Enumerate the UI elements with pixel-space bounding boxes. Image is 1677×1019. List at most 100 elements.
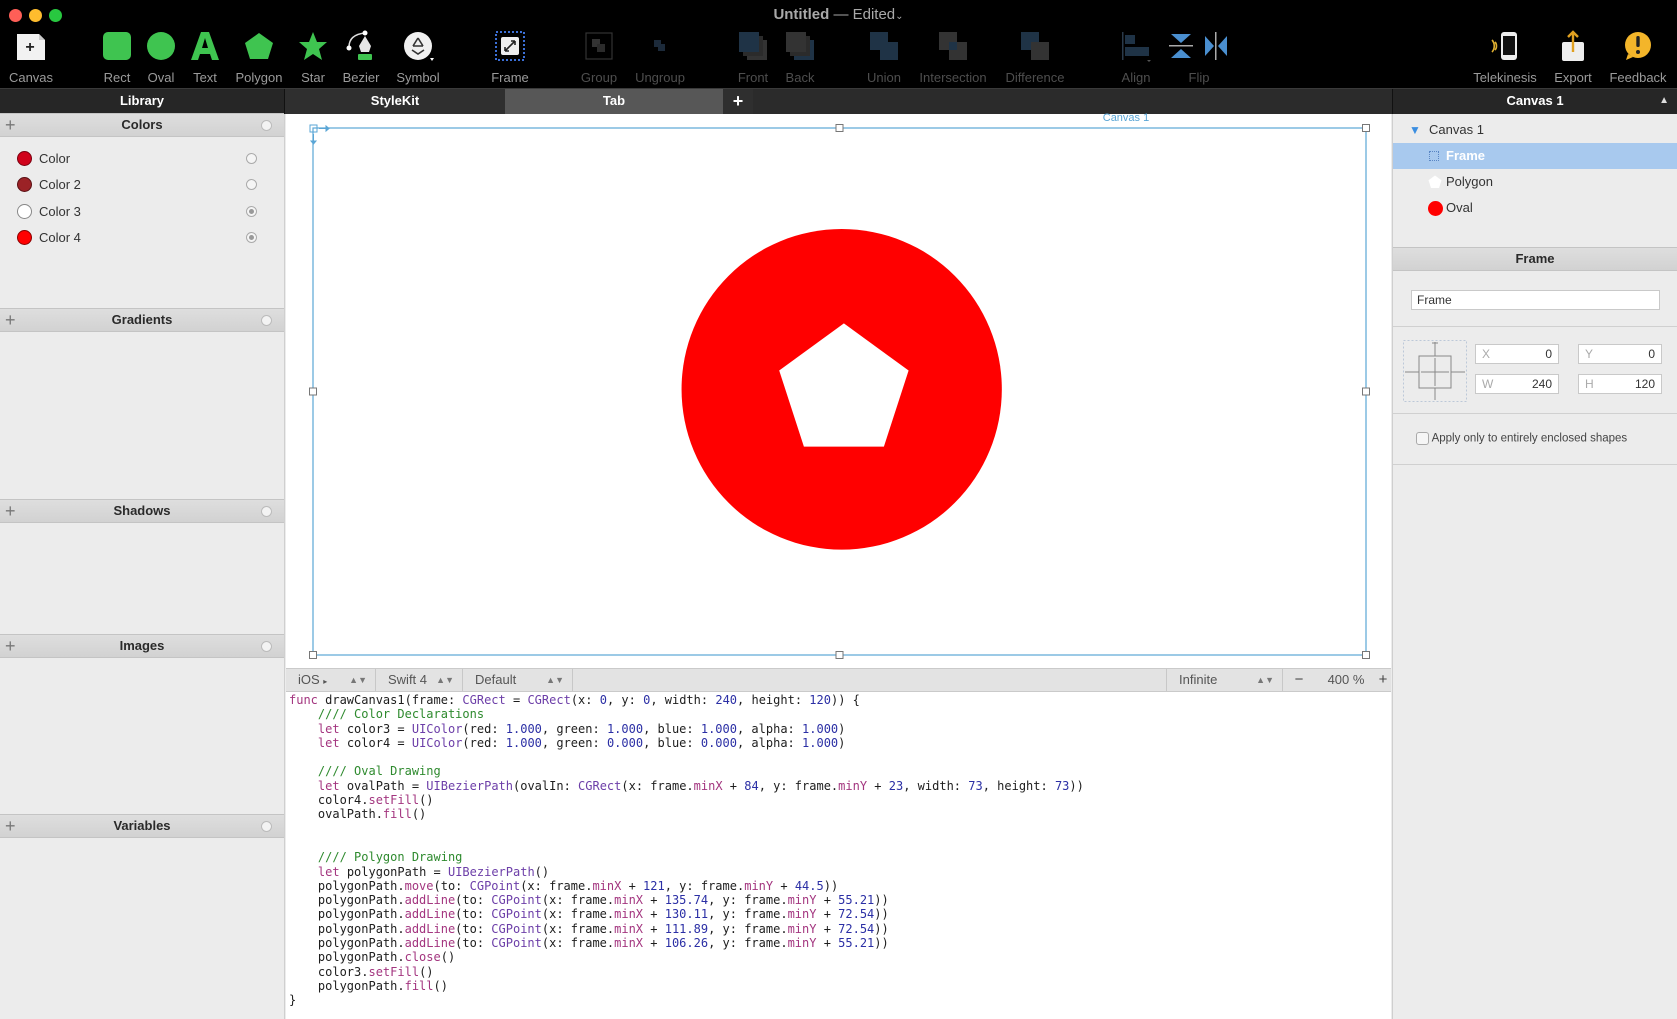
zoom-out-button[interactable]: − (1286, 669, 1312, 691)
resize-handle[interactable] (309, 651, 317, 659)
generated-code-view[interactable]: func drawCanvas1(frame: CGRect = CGRect(… (286, 692, 1391, 1019)
resize-handle[interactable] (835, 651, 844, 659)
tree-item-oval[interactable]: Oval (1393, 195, 1677, 221)
toolbar-label: Symbol (396, 70, 440, 85)
tab-bar: Library StyleKit Tab + Canvas 1 ▲ (0, 88, 1677, 114)
images-section-header[interactable]: + Images (0, 634, 284, 658)
height-field[interactable]: H 120 (1578, 374, 1662, 394)
resize-handle[interactable] (309, 387, 317, 396)
section-toggle-icon[interactable] (261, 315, 272, 326)
code-line: //// Oval Drawing (289, 764, 441, 779)
chevron-down-icon[interactable]: ⌄ (895, 11, 903, 22)
tree-item-frame[interactable]: Frame (1393, 143, 1677, 169)
tab-stylekit[interactable]: StyleKit (285, 89, 505, 114)
canvas-selector-label: Canvas 1 (1506, 93, 1564, 108)
style-select[interactable]: Default ▲▼ (463, 669, 573, 691)
y-field[interactable]: Y 0 (1578, 344, 1662, 364)
code-line: let color4 = UIColor(red: 1.000, green: … (317, 735, 846, 750)
w-label: W (1482, 377, 1494, 391)
platform-select[interactable]: iOS ▸ ▲▼ (286, 669, 376, 691)
resize-handle[interactable] (835, 124, 844, 132)
color-radio[interactable] (246, 232, 257, 243)
add-tab-button[interactable]: + (723, 89, 753, 114)
color-item[interactable]: Color (0, 146, 284, 172)
code-line: let polygonPath = UIBezierPath() (317, 864, 550, 879)
resize-handle[interactable] (1362, 387, 1370, 396)
text-icon (191, 32, 219, 60)
toolbar-feedback-button[interactable]: Feedback (1598, 30, 1677, 86)
polygon-icon (1428, 175, 1442, 188)
frame-name-field[interactable]: Frame (1411, 290, 1660, 310)
gradients-section-header[interactable]: + Gradients (0, 308, 284, 332)
add-image-icon[interactable]: + (5, 635, 16, 657)
export-icon (1562, 30, 1584, 61)
toolbar-union-button[interactable]: Union (844, 30, 924, 86)
canvas-title-label[interactable]: Canvas 1 (1076, 112, 1176, 124)
color-item[interactable]: Color 3 (0, 199, 284, 225)
frame-icon (495, 31, 525, 61)
add-variable-icon[interactable]: + (5, 815, 16, 837)
toolbar-back-button[interactable]: Back (760, 30, 840, 86)
tree-item-polygon[interactable]: Polygon (1393, 169, 1677, 195)
inspector-panel: ▼ Canvas 1 Frame Polygon Oval Frame Fram… (1392, 114, 1677, 1019)
canvas-selector[interactable]: Canvas 1 ▲ (1392, 89, 1677, 114)
toolbar-label: Difference (1005, 70, 1065, 85)
add-gradient-icon[interactable]: + (5, 309, 16, 331)
color-item[interactable]: Color 4 (0, 225, 284, 251)
toolbar-frame-button[interactable]: Frame (470, 30, 550, 86)
section-toggle-icon[interactable] (261, 120, 272, 131)
tree-item-canvas[interactable]: ▼ Canvas 1 (1393, 117, 1677, 143)
toolbar-difference-button[interactable]: Difference (995, 30, 1075, 86)
disclosure-triangle-icon[interactable]: ▼ (1409, 117, 1421, 143)
language-select[interactable]: Swift 4 ▲▼ (376, 669, 463, 691)
color-item[interactable]: Color 2 (0, 172, 284, 198)
color-name: Color 2 (39, 177, 81, 192)
h-label: H (1585, 377, 1594, 391)
toolbar-label: Frame (491, 70, 529, 85)
code-line: polygonPath.addLine(to: CGPoint(x: frame… (289, 893, 889, 908)
paintcode-window: Untitled — Edited⌄ + Canvas Rect Oval Te… (0, 0, 1677, 1019)
color-radio[interactable] (246, 179, 257, 190)
colors-section-header[interactable]: + Colors (0, 113, 284, 137)
zoom-in-button[interactable]: + (1373, 669, 1393, 691)
title-separator: — (833, 6, 849, 23)
language-value: Swift 4 (388, 672, 428, 687)
style-value: Default (475, 672, 517, 687)
toolbar-ungroup-button[interactable]: Ungroup (620, 30, 700, 86)
apply-enclosed-checkbox[interactable] (1416, 432, 1429, 445)
section-toggle-icon[interactable] (261, 506, 272, 517)
code-line: //// Polygon Drawing (289, 850, 463, 865)
difference-icon (1021, 32, 1049, 60)
toolbar-label: Intersection (919, 70, 987, 85)
section-toggle-icon[interactable] (261, 821, 272, 832)
color-radio[interactable] (246, 206, 257, 217)
document-status[interactable]: Edited (853, 6, 896, 23)
color-name: Color (39, 151, 71, 166)
frame-name-value: Frame (1417, 293, 1452, 307)
resize-handle[interactable] (1362, 124, 1370, 132)
apply-enclosed-option[interactable]: Apply only to entirely enclosed shapes (1416, 432, 1627, 445)
autoresizing-springs-icon[interactable] (1403, 340, 1467, 402)
toolbar: Untitled — Edited⌄ + Canvas Rect Oval Te… (0, 0, 1677, 88)
canvas-drawing[interactable] (286, 114, 1391, 668)
union-icon (870, 32, 898, 60)
section-toggle-icon[interactable] (261, 641, 272, 652)
variables-section-header[interactable]: + Variables (0, 814, 284, 838)
toolbar-symbol-button[interactable]: Symbol (378, 30, 458, 86)
toolbar-flip-button[interactable]: Flip (1159, 30, 1239, 86)
toolbar-intersection-button[interactable]: Intersection (913, 30, 993, 86)
width-field[interactable]: W 240 (1475, 374, 1559, 394)
add-shadow-icon[interactable]: + (5, 500, 16, 522)
shadows-section-header[interactable]: + Shadows (0, 499, 284, 523)
resize-handle[interactable] (1362, 651, 1370, 659)
tab-active[interactable]: Tab (505, 89, 723, 114)
tree-item-label: Frame (1446, 148, 1486, 163)
platform-value: iOS (298, 672, 320, 687)
toolbar-label: Feedback (1609, 70, 1667, 85)
add-color-icon[interactable]: + (5, 114, 16, 136)
x-field[interactable]: X 0 (1475, 344, 1559, 364)
canvas-mode-select[interactable]: Infinite ▲▼ (1166, 669, 1283, 691)
toolbar-canvas-button[interactable]: + Canvas (0, 30, 71, 86)
color-radio[interactable] (246, 153, 257, 164)
drawing-canvas[interactable]: Canvas 1 (286, 112, 1391, 668)
